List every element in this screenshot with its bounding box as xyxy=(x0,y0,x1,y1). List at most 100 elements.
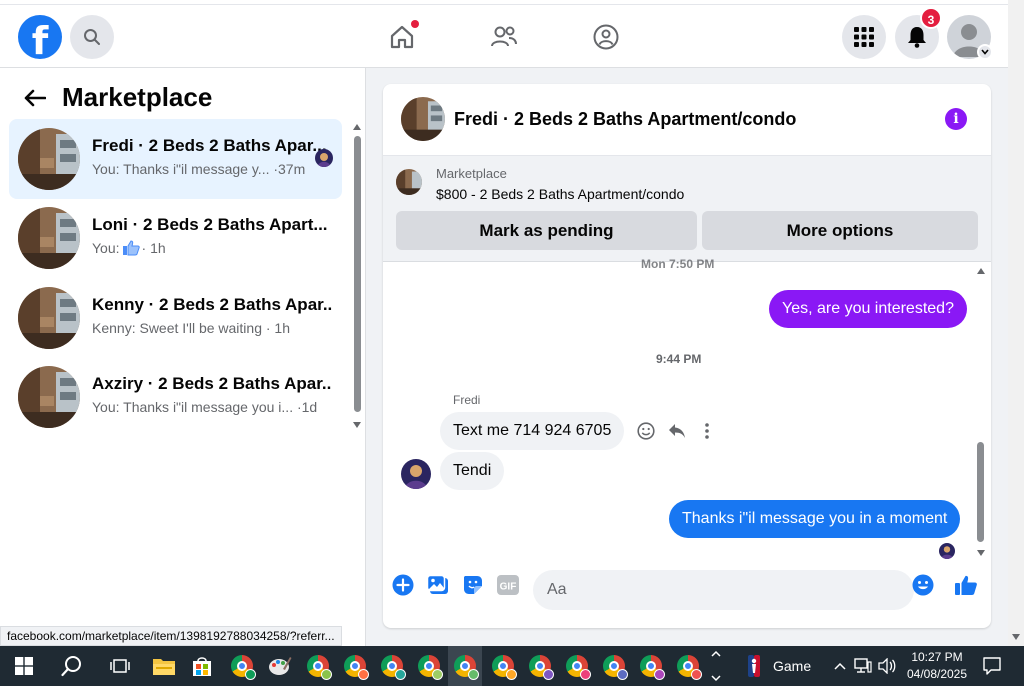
react-button[interactable] xyxy=(634,419,658,443)
chrome-icon xyxy=(677,655,702,680)
game-widget-label[interactable]: Game xyxy=(773,658,811,674)
taskbar-overflow-arrows[interactable] xyxy=(709,646,723,686)
plus-circle-icon xyxy=(392,574,414,596)
chrome-profile-button-7[interactable] xyxy=(487,650,519,682)
outgoing-message[interactable]: Yes, are you interested? xyxy=(769,290,967,328)
task-view-button[interactable] xyxy=(104,650,136,682)
listing-thumbnail[interactable] xyxy=(396,169,422,195)
incoming-message[interactable]: Tendi xyxy=(440,452,505,490)
scroll-up-arrow-icon[interactable] xyxy=(353,124,361,130)
windows-start-button[interactable] xyxy=(8,650,40,682)
store-icon xyxy=(193,657,211,676)
preview-prefix: You: xyxy=(92,240,120,256)
account-chevron-down-icon[interactable] xyxy=(977,44,993,60)
sticker-icon xyxy=(464,576,482,594)
conversation-preview: You: · 1h xyxy=(92,240,166,256)
more-actions-button[interactable] xyxy=(695,419,719,443)
conversation-item-axziry[interactable]: Axziry · 2 Beds 2 Baths Apar... You: Tha… xyxy=(9,357,342,437)
chrome-profile-button-9[interactable] xyxy=(561,650,593,682)
scroll-down-arrow-icon[interactable] xyxy=(353,422,361,428)
back-button[interactable] xyxy=(20,83,50,113)
listing-thumbnail xyxy=(18,366,80,428)
chrome-profile-button-active[interactable] xyxy=(448,646,482,686)
sender-avatar[interactable] xyxy=(401,459,431,489)
nba-logo-icon xyxy=(748,655,760,677)
info-icon[interactable]: i xyxy=(945,108,967,130)
chrome-profile-button-3[interactable] xyxy=(339,650,371,682)
chrome-icon xyxy=(566,655,591,680)
photo-icon xyxy=(427,574,448,594)
nba-widget-button[interactable] xyxy=(738,650,770,682)
outgoing-message[interactable]: Thanks i"il message you in a moment xyxy=(669,500,961,538)
chat-window: Fredi · 2 Beds 2 Baths Apartment/condo i… xyxy=(383,84,991,628)
chrome-profile-button-8[interactable] xyxy=(524,650,556,682)
bell-icon xyxy=(908,27,926,48)
windows-logo-icon xyxy=(15,657,33,675)
chrome-icon xyxy=(418,655,443,680)
more-options-button[interactable]: More options xyxy=(702,211,978,250)
conversation-item-kenny[interactable]: Kenny · 2 Beds 2 Baths Apar... Kenny: Sw… xyxy=(9,278,342,358)
message-input[interactable] xyxy=(533,570,914,610)
reply-button[interactable] xyxy=(665,419,689,443)
listing-price-title[interactable]: $800 - 2 Beds 2 Baths Apartment/condo xyxy=(436,186,684,202)
conversation-item-fredi[interactable]: Fredi · 2 Beds 2 Baths Apar... You: Than… xyxy=(9,119,342,199)
sticker-button[interactable] xyxy=(460,572,486,598)
microsoft-store-button[interactable] xyxy=(186,650,218,682)
volume-button[interactable] xyxy=(876,650,898,682)
send-like-button[interactable] xyxy=(953,572,979,598)
action-center-button[interactable] xyxy=(976,650,1008,682)
conversation-name: Axziry · 2 Beds 2 Baths Apar... xyxy=(92,374,332,393)
panel-header: Marketplace xyxy=(20,82,212,113)
page-scrollbar[interactable] xyxy=(1008,0,1024,646)
conversation-preview: You: Thanks i"il message you i... ·1d xyxy=(92,399,318,415)
message-thread: Mon 7:50 PM Yes, are you interested? 9:4… xyxy=(383,257,991,572)
gif-icon: GIF xyxy=(497,575,519,595)
scroll-down-arrow-icon[interactable] xyxy=(977,550,985,556)
arrow-left-icon xyxy=(24,89,46,106)
windows-taskbar: Game 10:27 PM 04/08/2025 xyxy=(0,646,1024,686)
chrome-profile-button-4[interactable] xyxy=(376,650,408,682)
home-icon xyxy=(390,25,414,49)
top-navigation-bar: f 3 xyxy=(0,4,1008,68)
chrome-profile-button-5[interactable] xyxy=(413,650,445,682)
message-thread-scrollbar[interactable] xyxy=(975,264,987,560)
search-icon xyxy=(61,656,81,677)
scrollbar-thumb[interactable] xyxy=(977,442,984,542)
chrome-profile-button-10[interactable] xyxy=(598,650,630,682)
system-clock[interactable]: 10:27 PM 04/08/2025 xyxy=(897,649,977,683)
incoming-message[interactable]: Text me 714 924 6705 xyxy=(440,412,625,450)
chrome-icon xyxy=(529,655,554,680)
paint-app-button[interactable] xyxy=(264,650,296,682)
vertical-dots-icon xyxy=(705,423,709,439)
search-button[interactable] xyxy=(70,15,114,59)
network-status-button[interactable] xyxy=(852,650,874,682)
groups-nav-button[interactable] xyxy=(592,23,620,51)
conversation-list-scrollbar[interactable] xyxy=(352,124,362,428)
menu-button[interactable] xyxy=(842,15,886,59)
chat-listing-avatar[interactable] xyxy=(401,97,445,141)
scroll-up-arrow-icon[interactable] xyxy=(977,268,985,274)
chrome-profile-button-12[interactable] xyxy=(672,650,704,682)
conversation-item-loni[interactable]: Loni · 2 Beds 2 Baths Apart... You: · 1h xyxy=(9,198,342,278)
chat-title[interactable]: Fredi · 2 Beds 2 Baths Apartment/condo xyxy=(454,109,796,130)
mark-as-pending-button[interactable]: Mark as pending xyxy=(396,211,697,250)
paint-palette-icon xyxy=(269,657,292,675)
taskbar-search-button[interactable] xyxy=(56,650,88,682)
attach-photo-button[interactable] xyxy=(425,572,451,598)
sender-name: Fredi xyxy=(453,393,481,407)
clock-time: 10:27 PM xyxy=(911,650,963,664)
facebook-logo[interactable]: f xyxy=(18,15,62,59)
emoji-button[interactable] xyxy=(910,572,936,598)
friends-nav-button[interactable] xyxy=(490,23,518,51)
chrome-profile-button-2[interactable] xyxy=(302,650,334,682)
thumbs-up-icon xyxy=(122,240,140,256)
show-hidden-icons-button[interactable] xyxy=(830,650,850,682)
chrome-profile-button-1[interactable] xyxy=(226,650,258,682)
gif-button[interactable]: GIF xyxy=(495,572,521,598)
page-scroll-down-arrow-icon[interactable] xyxy=(1012,634,1020,640)
more-actions-plus-button[interactable] xyxy=(390,572,416,598)
chrome-profile-button-11[interactable] xyxy=(635,650,667,682)
scrollbar-thumb[interactable] xyxy=(354,136,361,412)
link-status-url: facebook.com/marketplace/item/1398192788… xyxy=(0,626,342,646)
file-explorer-button[interactable] xyxy=(148,650,180,682)
